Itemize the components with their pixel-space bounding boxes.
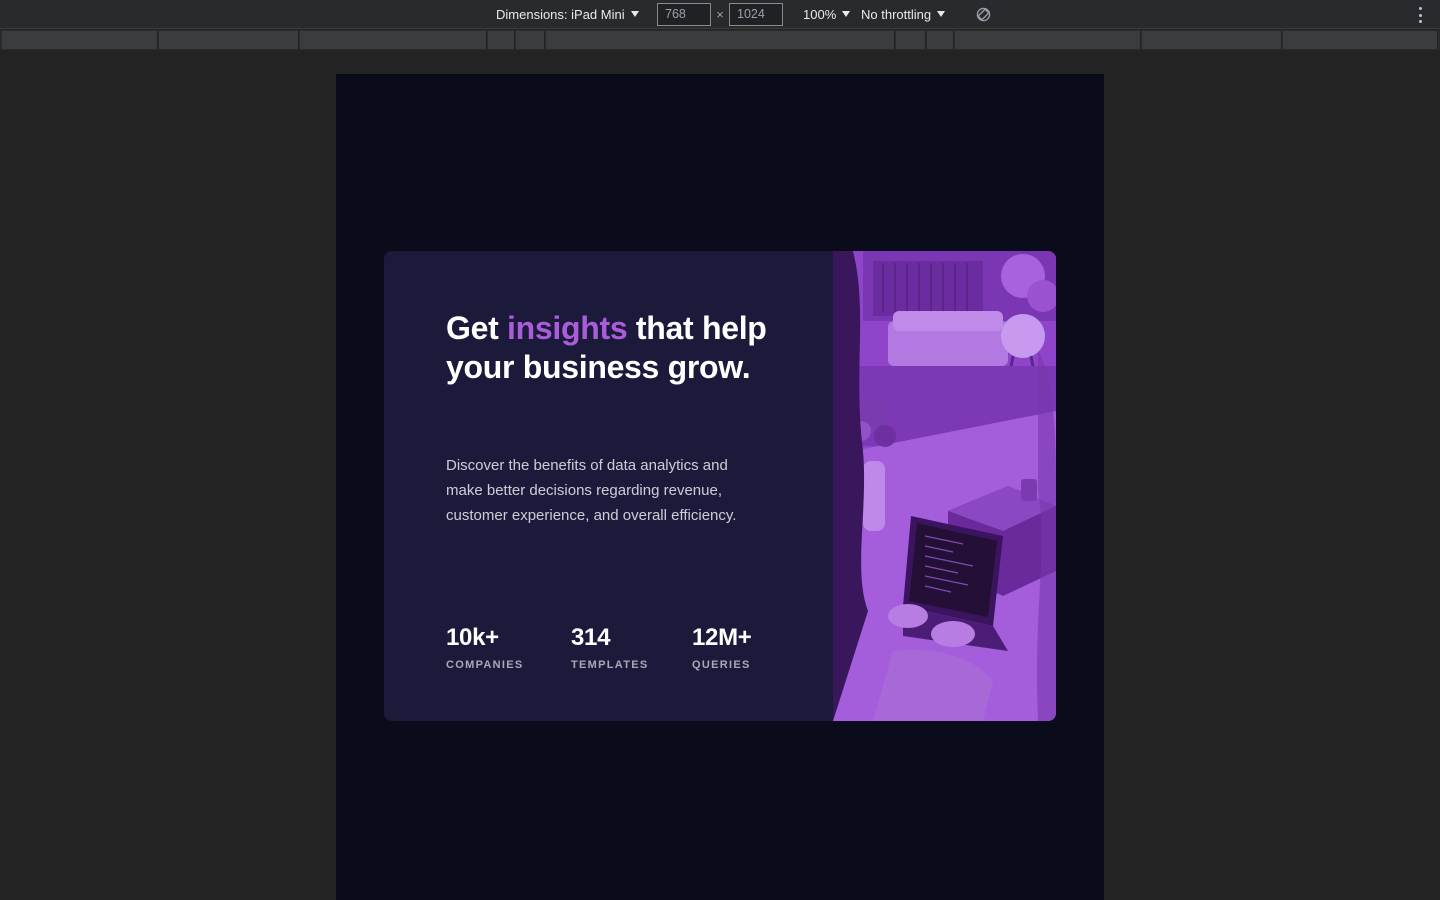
headline-accent: insights (507, 310, 628, 346)
card-headline: Get insights that help your business gro… (446, 309, 776, 387)
device-label: Dimensions: iPad Mini (496, 7, 625, 22)
stat-label: COMPANIES (446, 659, 524, 671)
chevron-down-icon (842, 10, 851, 17)
media-query-segment[interactable] (1283, 31, 1438, 49)
stat-label: QUERIES (692, 659, 751, 671)
media-query-segment[interactable] (955, 31, 1141, 49)
device-toolbar: Dimensions: iPad Mini 768 × 1024 100% No… (0, 0, 1440, 29)
stat-label: TEMPLATES (571, 659, 649, 671)
media-query-segment[interactable] (516, 31, 545, 49)
times-separator: × (716, 7, 724, 22)
media-query-segment[interactable] (300, 31, 487, 49)
media-query-segment[interactable] (159, 31, 299, 49)
throttling-label: No throttling (861, 7, 932, 22)
stat-queries: 12M+ QUERIES (692, 623, 752, 672)
zoom-label: 100% (803, 7, 837, 22)
stat-value: 10k+ (446, 624, 499, 651)
media-query-segment[interactable] (1142, 31, 1282, 49)
emulated-viewport: Get insights that help your business gro… (336, 74, 1104, 900)
card-content: Get insights that help your business gro… (446, 251, 806, 721)
media-query-segment[interactable] (546, 31, 895, 49)
media-query-segment[interactable] (488, 31, 515, 49)
stats-preview-card: Get insights that help your business gro… (384, 251, 1056, 721)
media-query-bar (0, 30, 1440, 50)
media-query-segment[interactable] (2, 31, 158, 49)
zoom-selector[interactable]: 100% (803, 0, 851, 29)
rotate-icon[interactable] (976, 7, 991, 22)
throttling-selector[interactable]: No throttling (861, 0, 946, 29)
device-selector[interactable]: Dimensions: iPad Mini (496, 0, 639, 29)
chevron-down-icon (630, 10, 639, 17)
media-query-segment[interactable] (927, 31, 954, 49)
card-description: Discover the benefits of data analytics … (446, 457, 737, 524)
stat-companies: 10k+ COMPANIES (446, 623, 524, 672)
office-photo (833, 251, 1056, 721)
office-photo-illustration (833, 251, 1056, 721)
height-input[interactable]: 1024 (729, 3, 783, 26)
chevron-down-icon (937, 10, 946, 17)
more-options-icon[interactable] (1414, 7, 1426, 23)
media-query-segment[interactable] (896, 31, 926, 49)
stat-templates: 314 TEMPLATES (571, 623, 649, 672)
stat-value: 12M+ (692, 624, 752, 651)
width-input[interactable]: 768 (657, 3, 711, 26)
stat-value: 314 (571, 624, 611, 651)
headline-start: Get (446, 310, 508, 346)
